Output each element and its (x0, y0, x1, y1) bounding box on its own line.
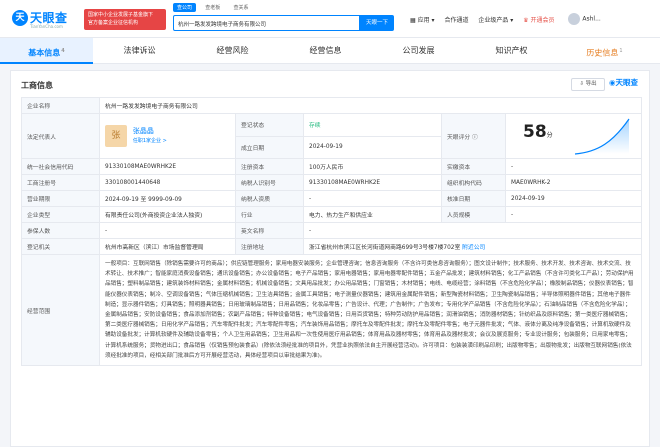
approve-label: 核准日期 (441, 190, 506, 207)
table-row: 经营范围 一般项目：互联网销售（除销售需要许可的商品）；供应链管理服务；家用电器… (21, 253, 643, 367)
est-date-value: 2024-09-19 (303, 135, 442, 159)
table-row: 统一社会信用代码 91330108MAE0WRHK2E 注册资本 100万人民币… (21, 158, 643, 175)
table-row: 登记机关 杭州市高新区（滨江）市场监督管理局 注册地址 浙江省杭州市滨江区长河街… (21, 238, 643, 255)
reg-no-value: 330108001440648 (99, 174, 236, 191)
term-value: 2024-09-19 至 9999-09-09 (99, 190, 236, 207)
nearby-companies-link[interactable]: 附近公司 (462, 245, 485, 251)
user-avatar (568, 13, 581, 25)
approve-value: 2024-09-19 (504, 190, 643, 207)
grid-icon: ▦ (410, 16, 418, 24)
score-cell[interactable]: 58分 (504, 113, 643, 159)
company-name-value: 杭州一路发发跨境电子商务有限公司 (98, 97, 643, 114)
rep-avatar[interactable]: 张 (105, 125, 127, 147)
section-tabs: 基本信息4 法律诉讼 经营风险 经营信息 公司发展 知识产权 历史信息1 (0, 38, 660, 64)
nav-cooperation[interactable]: 合作通道 (444, 15, 468, 24)
search-button[interactable]: 天眼一下 (360, 15, 394, 31)
paid-capital-label: 实缴资本 (441, 158, 506, 175)
type-label: 企业类型 (21, 206, 100, 223)
tab-ip[interactable]: 知识产权 (465, 38, 558, 64)
score-trend-icon (574, 118, 630, 155)
gov-badge-line1: 国家中小企业发展子基金旗下 (88, 12, 154, 18)
table-row: 工商注册号 330108001440648 纳税人识别号 91330108MAE… (21, 174, 643, 191)
address-label: 注册地址 (235, 238, 304, 255)
table-row: 企业名称 杭州一路发发跨境电子商务有限公司 (21, 97, 643, 114)
business-info-table: 企业名称 杭州一路发发跨境电子商务有限公司 法定代表人 张 张晶晶 任职1家企业… (21, 97, 643, 367)
reg-status-value: 存续 (303, 113, 442, 137)
term-label: 营业期限 (21, 190, 100, 207)
table-row: 企业类型 有限责任公司(外商投资企业法人独资) 行业 电力、热力生产和供应业 人… (21, 206, 643, 223)
search-input[interactable]: 杭州一路发发跨境电子商务有限公司 (173, 15, 360, 31)
nav-apps[interactable]: ▦ 应用 ▾ (410, 15, 435, 24)
card-title: 工商信息 (21, 81, 53, 90)
nav-enterprise[interactable]: 企业级产品 ▾ (478, 15, 513, 24)
business-info-card: 工商信息 ⇩ 导出 ◉天眼查 企业名称 杭州一路发发跨境电子商务有限公司 法定代… (10, 70, 650, 447)
export-button[interactable]: ⇩ 导出 (571, 78, 605, 91)
company-name-label: 企业名称 (21, 97, 100, 114)
en-name-value: - (302, 222, 643, 239)
tax-no-label: 纳税人识别号 (235, 174, 304, 191)
industry-label: 行业 (235, 206, 304, 223)
tab-history[interactable]: 历史信息1 (558, 38, 651, 64)
search-tab-relation[interactable]: 查关系 (230, 3, 253, 12)
reg-status-label: 登记状态 (235, 113, 304, 137)
search-tab-boss[interactable]: 查老板 (201, 3, 224, 12)
paid-capital-value: - (504, 158, 643, 175)
taxpayer-label: 纳税人资质 (235, 190, 304, 207)
score-value: 58分 (523, 122, 553, 142)
tianyancha-logo[interactable]: 天 天眼查 TianYanCha.com (12, 7, 78, 33)
tab-operation[interactable]: 经营信息 (279, 38, 372, 64)
rep-companies-link[interactable]: 任职1家企业 > (133, 138, 167, 144)
gov-badge-line2: 官方备案企业征信机构 (88, 20, 139, 26)
staff-value: - (504, 206, 643, 223)
crown-icon: ♛ (523, 16, 531, 24)
table-row: 参保人数 - 英文名称 - (21, 222, 643, 239)
nav-vip[interactable]: ♛ 开通会员 (523, 15, 554, 24)
credit-code-value: 91330108MAE0WRHK2E (99, 158, 236, 175)
scope-value: 一般项目：互联网销售（除销售需要许可的商品）；供应链管理服务；家用电器安装服务；… (98, 253, 643, 367)
credit-code-label: 统一社会信用代码 (21, 158, 100, 175)
tab-development[interactable]: 公司发展 (372, 38, 465, 64)
address-value: 浙江省杭州市滨江区长河街道网商路699号3号楼7楼702室 (309, 245, 461, 251)
table-row: 法定代表人 张 张晶晶 任职1家企业 > 登记状态 存续 天眼评分 ⓘ 58分 (21, 113, 643, 159)
type-value: 有限责任公司(外商投资企业法人独资) (99, 206, 236, 223)
table-row: 营业期限 2024-09-19 至 9999-09-09 纳税人资质 - 核准日… (21, 190, 643, 207)
nav-user[interactable]: Ashl... (564, 13, 601, 25)
org-code-value: MAE0WRHK-2 (504, 174, 643, 191)
search-type-tabs: 查公司 查老板 查关系 (173, 3, 256, 13)
tax-no-value: 91330108MAE0WRHK2E (303, 174, 442, 191)
taxpayer-value: - (303, 190, 442, 207)
org-code-label: 组织机构代码 (441, 174, 506, 191)
en-name-label: 英文名称 (235, 222, 304, 239)
top-header: 天 天眼查 TianYanCha.com 国家中小企业发展子基金旗下 官方备案企… (0, 0, 660, 38)
reg-no-label: 工商注册号 (21, 174, 100, 191)
info-icon[interactable]: ⓘ (472, 135, 478, 141)
tab-legal[interactable]: 法律诉讼 (93, 38, 186, 64)
reg-capital-value: 100万人民币 (303, 158, 442, 175)
rep-name-link[interactable]: 张晶晶 (133, 127, 154, 135)
insured-value: - (99, 222, 236, 239)
gov-badge: 国家中小企业发展子基金旗下 官方备案企业征信机构 (84, 9, 166, 30)
tianyancha-watermark: ◉天眼查 (609, 78, 639, 87)
logo-subtitle: TianYanCha.com (30, 24, 63, 29)
est-date-label: 成立日期 (235, 135, 304, 159)
score-label: 天眼评分 ⓘ (441, 113, 506, 159)
industry-value: 电力、热力生产和供应业 (303, 206, 442, 223)
reg-capital-label: 注册资本 (235, 158, 304, 175)
address-cell: 浙江省杭州市滨江区长河街道网商路699号3号楼7楼702室 附近公司 (302, 238, 643, 255)
top-nav: ▦ 应用 ▾ 合作通道 企业级产品 ▾ ♛ 开通会员 Ashl... (410, 13, 609, 27)
authority-label: 登记机关 (21, 238, 100, 255)
insured-label: 参保人数 (21, 222, 100, 239)
rep-cell: 张 张晶晶 任职1家企业 > (99, 113, 236, 159)
authority-value: 杭州市高新区（滨江）市场监督管理局 (99, 238, 236, 255)
search-tab-company[interactable]: 查公司 (173, 3, 197, 12)
rep-label: 法定代表人 (21, 113, 100, 159)
staff-label: 人员规模 (441, 206, 506, 223)
scope-label: 经营范围 (21, 253, 100, 367)
tab-risk[interactable]: 经营风险 (186, 38, 279, 64)
tab-basic-info[interactable]: 基本信息4 (0, 38, 93, 64)
eye-logo-icon: 天 (12, 10, 28, 26)
